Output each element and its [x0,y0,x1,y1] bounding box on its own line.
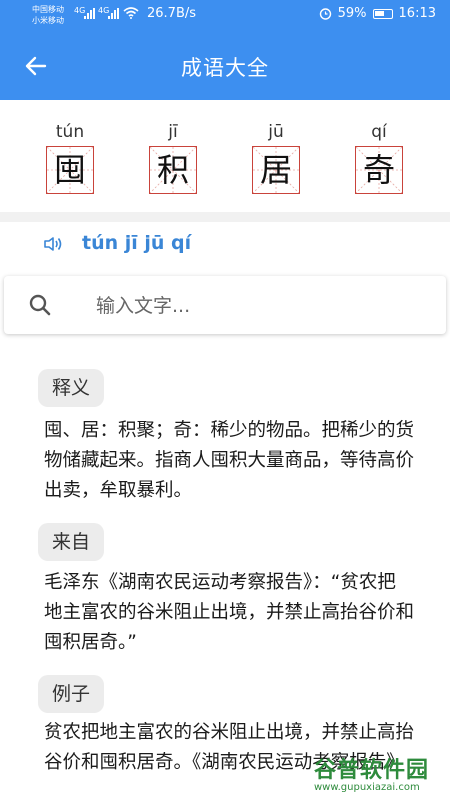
character-card: tún 囤 [44,120,96,194]
character-text: 奇 [362,151,395,189]
battery-icon [372,8,393,19]
carrier-1: 中国移动 [32,5,64,14]
character-card: jī 积 [147,120,199,194]
character-grid: 奇 [355,146,403,194]
section-label-meaning: 释义 [38,369,105,407]
search-box [4,276,446,334]
network-speed: 26.7B/s [147,6,197,21]
character-pinyin: jū [268,122,284,142]
watermark-url: www.gupuxiazai.com [314,782,420,793]
character-grid: 囤 [46,146,94,194]
character-pinyin: jī [168,122,178,142]
character-pinyin: qí [371,122,387,142]
section-text-meaning: 囤、居：积聚；奇：稀少的物品。把稀少的货物储藏起来。指商人囤积大量商品，等待高价… [44,420,415,501]
section-label-example: 例子 [38,675,105,713]
character-card: jū 居 [250,120,302,194]
section-divider [0,212,450,222]
clock: 16:13 [398,6,436,21]
character-text: 积 [156,151,189,189]
character-pinyin: tún [55,122,85,142]
character-grid: 居 [252,146,300,194]
signal-1-icon [84,8,95,19]
section-label-source: 来自 [38,523,105,561]
character-grid: 积 [149,146,197,194]
speaker-icon [44,237,62,251]
status-right: 59% 16:13 [319,6,436,21]
status-bar: 中国移动 小米移动 4G 4G 26.7B/s 59% 16:13 [0,0,450,32]
signal-2-icon [108,8,119,19]
carrier-2: 小米移动 [32,16,64,25]
pinyin-full: tún jī jū qí [82,232,192,254]
watermark-name: 谷普软件园 [314,758,430,783]
speaker-button[interactable] [42,232,66,256]
app-header: 中国移动 小米移动 4G 4G 26.7B/s 59% 16:13 成语大全 [0,0,450,100]
character-card: qí 奇 [353,120,405,194]
alarm-icon [319,8,331,20]
character-text: 囤 [53,151,86,189]
watermark: 谷普软件园 www.gupuxiazai.com [310,752,450,800]
idiom-characters: tún 囤 jī 积 jū 居 qí 奇 [0,100,450,212]
search-icon[interactable] [28,293,52,317]
search-input[interactable] [94,289,418,323]
wifi-icon [123,7,139,19]
section-text-source: 毛泽东《湖南农民运动考察报告》：“贫农把地主富农的谷米阻止出境，并禁止高抬谷价和… [44,572,415,653]
carrier-labels: 中国移动 小米移动 [32,4,64,26]
page-title: 成语大全 [181,56,269,80]
battery-percent: 59% [337,6,367,21]
character-text: 居 [259,151,292,189]
